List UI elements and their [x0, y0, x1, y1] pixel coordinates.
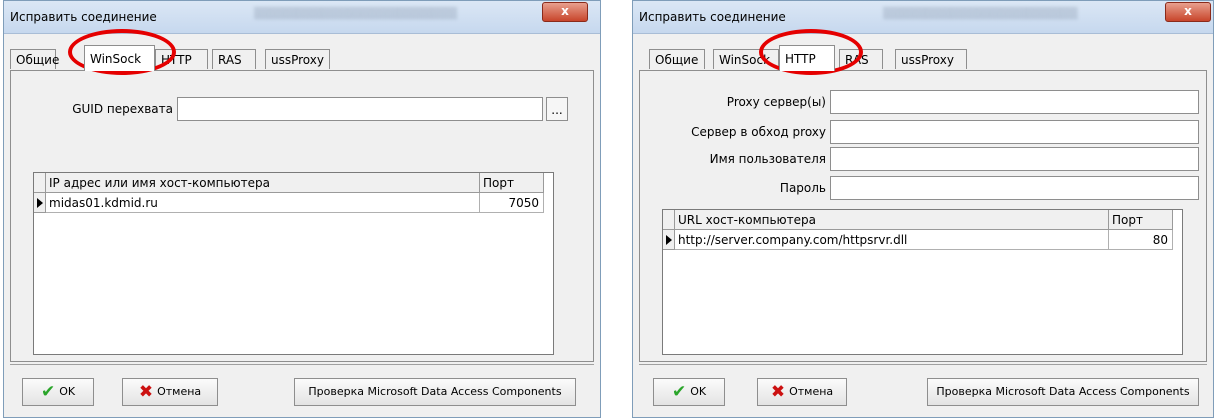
column-header-host[interactable]: IP адрес или имя хост-компьютера — [46, 173, 480, 193]
row-pointer-icon — [37, 198, 43, 208]
check-icon: ✔ — [40, 382, 56, 402]
column-header-url[interactable]: URL хост-компьютера — [675, 210, 1109, 230]
button-bar: ✔ OK ✖ Отмена Проверка Microsoft Data Acce… — [10, 364, 594, 417]
hosts-grid: IP адрес или имя хост-компьютера Порт mi… — [33, 172, 554, 355]
check-mdac-button[interactable]: Проверка Microsoft Data Access Component… — [927, 378, 1199, 406]
button-bar: ✔ OK ✖ Отмена Проверка Microsoft Data Acce… — [639, 364, 1207, 417]
cell-url[interactable]: http://server.company.com/httpsrvr.dll — [675, 230, 1109, 250]
tab-panel: Proxy сервер(ы) Сервер в обход proxy Имя… — [639, 70, 1207, 362]
close-button[interactable]: x — [542, 2, 588, 22]
ok-button[interactable]: ✔ OK — [22, 378, 94, 406]
check-icon: ✔ — [671, 382, 687, 402]
urls-grid: URL хост-компьютера Порт http://server.c… — [662, 209, 1183, 355]
window-title: Исправить соединение — [10, 10, 157, 24]
cancel-button[interactable]: ✖ Отмена — [757, 378, 847, 406]
field-label-proxy: Proxy сервер(ы) — [726, 95, 826, 109]
tab-ussproxy[interactable]: ussProxy — [895, 49, 967, 69]
row-indicator — [663, 230, 675, 250]
column-header-port[interactable]: Порт — [1109, 210, 1173, 230]
row-pointer-icon — [666, 235, 672, 245]
guid-label: GUID перехвата — [72, 102, 173, 116]
cancel-label: Отмена — [157, 385, 202, 398]
bypass-input[interactable] — [830, 120, 1199, 144]
grid-header-indicator — [663, 210, 675, 230]
dialog-http: Исправить соединение ▒▒▒▒▒▒▒▒▒▒▒▒▒▒▒▒▒▒▒… — [632, 0, 1214, 418]
tab-winsock[interactable]: WinSock — [713, 49, 779, 69]
cell-port[interactable]: 7050 — [480, 193, 544, 213]
title-bar: Исправить соединение ▒▒▒▒▒▒▒▒▒▒▒▒▒▒▒▒▒▒▒… — [4, 1, 600, 34]
tab-ras[interactable]: RAS — [839, 49, 883, 69]
grid-header-indicator — [34, 173, 46, 193]
cancel-button[interactable]: ✖ Отмена — [122, 378, 218, 406]
tab-general[interactable]: Общие — [649, 49, 705, 69]
cross-icon: ✖ — [770, 382, 786, 402]
blurred-title-text: ▒▒▒▒▒▒▒▒▒▒▒▒▒▒▒▒▒▒▒▒▒▒▒ — [883, 7, 1078, 20]
dialog-winsock: Исправить соединение ▒▒▒▒▒▒▒▒▒▒▒▒▒▒▒▒▒▒▒… — [3, 0, 601, 418]
tab-winsock[interactable]: WinSock — [84, 45, 155, 71]
window-title: Исправить соединение — [639, 10, 786, 24]
tab-ussproxy[interactable]: ussProxy — [265, 49, 330, 69]
title-bar: Исправить соединение ▒▒▒▒▒▒▒▒▒▒▒▒▒▒▒▒▒▒▒… — [633, 1, 1213, 34]
browse-button[interactable]: ... — [546, 97, 568, 121]
cell-host[interactable]: midas01.kdmid.ru — [46, 193, 480, 213]
cross-icon: ✖ — [138, 382, 154, 402]
column-header-port[interactable]: Порт — [480, 173, 544, 193]
ok-label: OK — [690, 385, 707, 398]
check-mdac-button[interactable]: Проверка Microsoft Data Access Component… — [294, 378, 576, 406]
tab-general[interactable]: Общие — [10, 49, 59, 69]
tab-http[interactable]: HTTP — [155, 49, 208, 69]
tab-http[interactable]: HTTP — [779, 45, 835, 71]
proxy-input[interactable] — [830, 90, 1199, 114]
cancel-label: Отмена — [789, 385, 834, 398]
username-input[interactable] — [830, 147, 1199, 171]
field-label-password: Пароль — [779, 181, 826, 195]
field-label-bypass: Сервер в обход proxy — [691, 125, 826, 139]
close-button[interactable]: x — [1165, 2, 1211, 22]
tab-panel: GUID перехвата ... IP адрес или имя хост… — [10, 70, 594, 362]
row-indicator — [34, 193, 46, 213]
ok-label: OK — [59, 385, 76, 398]
password-input[interactable] — [830, 176, 1199, 200]
guid-input[interactable] — [177, 97, 543, 121]
tab-ras[interactable]: RAS — [212, 49, 256, 69]
field-label-username: Имя пользователя — [709, 152, 826, 166]
cell-port[interactable]: 80 — [1109, 230, 1173, 250]
ok-button[interactable]: ✔ OK — [653, 378, 725, 406]
blurred-title-text: ▒▒▒▒▒▒▒▒▒▒▒▒▒▒▒▒▒▒▒▒▒▒▒▒ — [254, 7, 458, 20]
